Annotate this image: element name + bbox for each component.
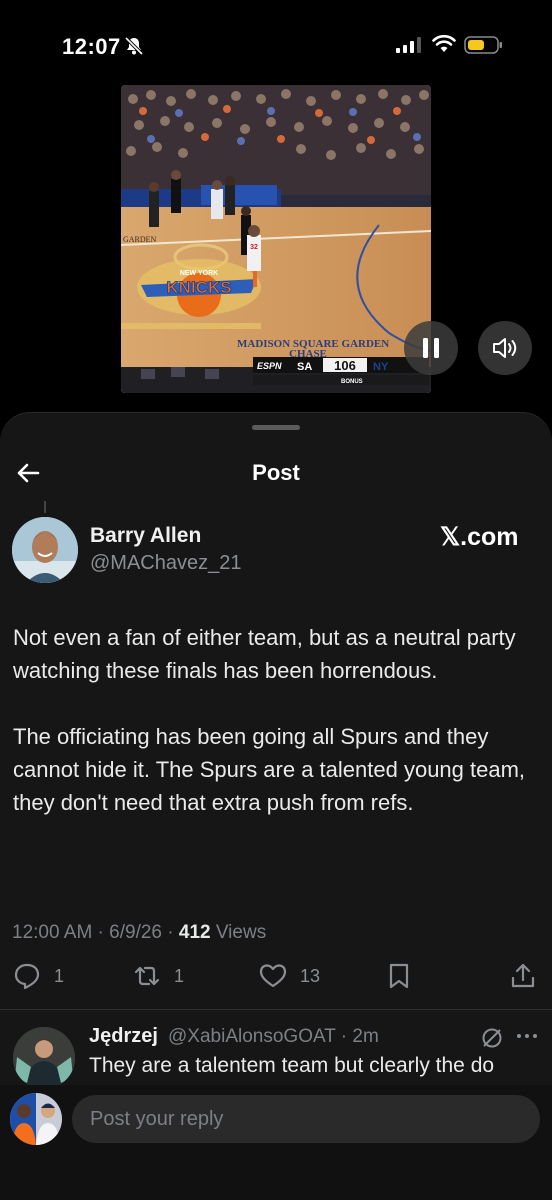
divider — [0, 1009, 552, 1010]
sheet-drag-handle[interactable] — [252, 425, 300, 430]
action-bar: 1 1 13 — [0, 961, 552, 1001]
grok-icon[interactable] — [480, 1026, 504, 1050]
speaker-icon — [493, 338, 517, 358]
repost-count: 1 — [174, 965, 185, 986]
wifi-icon — [432, 35, 456, 52]
bookmark-icon — [389, 963, 409, 989]
bell-slash-icon — [124, 36, 144, 56]
source-label: 𝕏.com — [440, 523, 519, 551]
cellular-signal-icon — [396, 37, 421, 53]
author-name[interactable]: Barry Allen — [90, 524, 201, 548]
scoreboard-home: NY — [373, 361, 389, 373]
more-options-icon[interactable] — [516, 1031, 538, 1041]
reply-input[interactable] — [72, 1095, 540, 1143]
share-icon — [511, 963, 535, 988]
reply-item[interactable]: Jędrzej @XabiAlonsoGOAT · 2m They are a … — [0, 1023, 552, 1089]
bookmark-button[interactable] — [384, 961, 414, 991]
current-user-avatar[interactable] — [10, 1093, 62, 1145]
views-count: 412 — [178, 922, 211, 943]
like-button[interactable]: 13 — [258, 961, 320, 991]
repost-button[interactable]: 1 — [132, 961, 184, 991]
court-team-top-text: NEW YORK — [180, 270, 218, 277]
author-handle[interactable]: @MAChavez_21 — [90, 552, 241, 575]
views-label: Views — [210, 922, 267, 943]
reply-button[interactable]: 1 — [12, 961, 64, 991]
avatar[interactable] — [12, 517, 78, 583]
basketball-court-frame: KNICKS NEW YORK GARDEN MADISON SQUARE GA… — [121, 85, 431, 393]
pause-button[interactable] — [404, 321, 458, 375]
reply-text: They are a talentem team but clearly the… — [89, 1054, 495, 1077]
page-title: Post — [252, 460, 300, 485]
thread-line — [44, 501, 46, 513]
like-count: 13 — [300, 965, 321, 986]
scoreboard-network: ESPN — [257, 361, 282, 371]
battery-icon — [464, 36, 502, 54]
current-user-photo — [10, 1093, 62, 1145]
status-bar: 12:07 — [0, 0, 552, 90]
post-sheet: Post Barry Allen @MAChavez_21 𝕏.com Not … — [0, 412, 552, 1200]
scoreboard-bonus: BONUS — [341, 379, 363, 385]
post-paragraph: The officiating has been going all Spurs… — [13, 724, 526, 815]
heart-icon — [259, 964, 287, 988]
author-photo — [12, 517, 78, 583]
sound-button[interactable] — [478, 321, 532, 375]
reply-avatar[interactable] — [13, 1027, 75, 1089]
scoreboard-score: 106 — [334, 358, 356, 373]
court-garden-text: GARDEN — [123, 235, 157, 244]
reply-author-name[interactable]: Jędrzej — [89, 1025, 158, 1048]
reply-author-photo — [13, 1027, 75, 1089]
video-player[interactable]: KNICKS NEW YORK GARDEN MADISON SQUARE GA… — [121, 85, 431, 393]
post-paragraph: Not even a fan of either team, but as a … — [13, 625, 516, 683]
post-meta: 12:00 AM · 6/9/26 · 412 Views — [12, 922, 266, 944]
reply-icon — [14, 963, 40, 990]
reply-author-handle[interactable]: @XabiAlonsoGOAT · 2m — [168, 1026, 379, 1048]
repost-icon — [134, 966, 160, 986]
reply-count: 1 — [54, 965, 65, 986]
svg-text:32: 32 — [250, 244, 258, 251]
court-team-text: KNICKS — [166, 278, 231, 297]
scoreboard-away: SA — [297, 361, 312, 373]
status-time: 12:07 — [62, 34, 121, 59]
pause-icon — [423, 338, 439, 358]
post-body: Not even a fan of either team, but as a … — [13, 621, 533, 852]
share-button[interactable] — [508, 961, 538, 991]
post-timestamp[interactable]: 12:00 AM · 6/9/26 · — [12, 922, 179, 943]
